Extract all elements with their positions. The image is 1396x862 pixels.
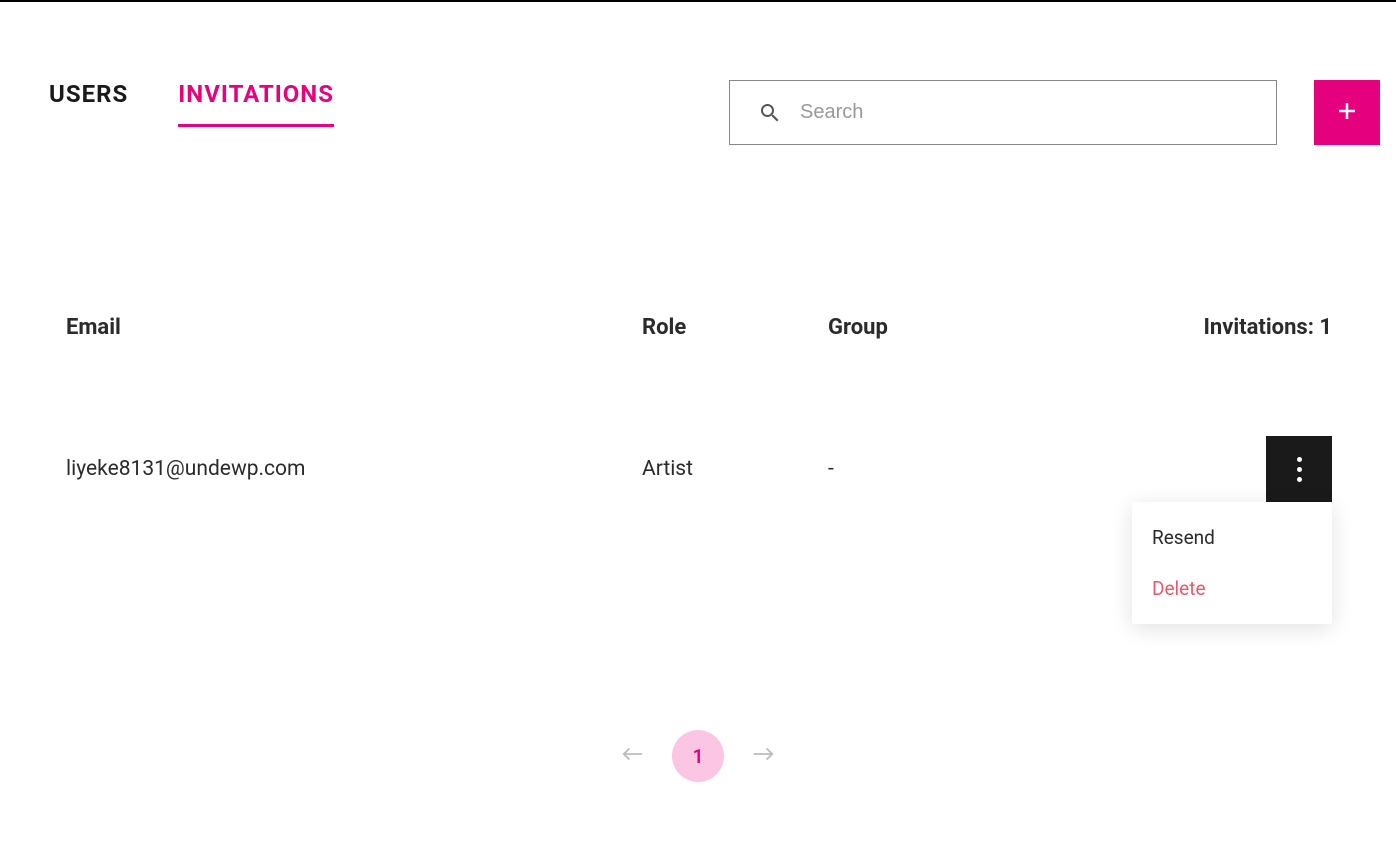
tab-users[interactable]: USERS: [49, 80, 128, 127]
header-row: USERS INVITATIONS: [0, 2, 1396, 145]
pagination: 1: [0, 730, 1396, 782]
invitations-table: Email Role Group Invitations: 1 liyeke81…: [0, 315, 1396, 502]
pagination-next[interactable]: [752, 745, 774, 767]
header-invitations-count: Invitations: 1: [1138, 315, 1332, 340]
add-button[interactable]: [1314, 80, 1380, 145]
search-input[interactable]: [800, 101, 1256, 124]
pagination-prev[interactable]: [622, 745, 644, 767]
tabs: USERS INVITATIONS: [49, 80, 709, 127]
tab-invitations[interactable]: INVITATIONS: [178, 80, 334, 127]
table-header: Email Role Group Invitations: 1: [66, 315, 1332, 340]
pagination-page-1[interactable]: 1: [672, 730, 724, 782]
table-row: liyeke8131@undewp.com Artist - Resend De…: [66, 436, 1332, 502]
menu-item-delete[interactable]: Delete: [1132, 563, 1332, 614]
row-actions-menu: Resend Delete: [1132, 502, 1332, 624]
row-actions-button[interactable]: [1266, 436, 1332, 502]
header-email: Email: [66, 315, 642, 340]
arrow-left-icon: [622, 745, 644, 767]
plus-icon: [1335, 99, 1359, 127]
header-group: Group: [828, 315, 1138, 340]
cell-group: -: [828, 457, 1138, 481]
search-box[interactable]: [729, 80, 1277, 145]
more-vertical-icon: [1297, 457, 1302, 482]
cell-email: liyeke8131@undewp.com: [66, 457, 642, 481]
cell-role: Artist: [642, 457, 828, 481]
header-role: Role: [642, 315, 828, 340]
search-icon: [758, 101, 782, 125]
arrow-right-icon: [752, 745, 774, 767]
menu-item-resend[interactable]: Resend: [1132, 512, 1332, 563]
